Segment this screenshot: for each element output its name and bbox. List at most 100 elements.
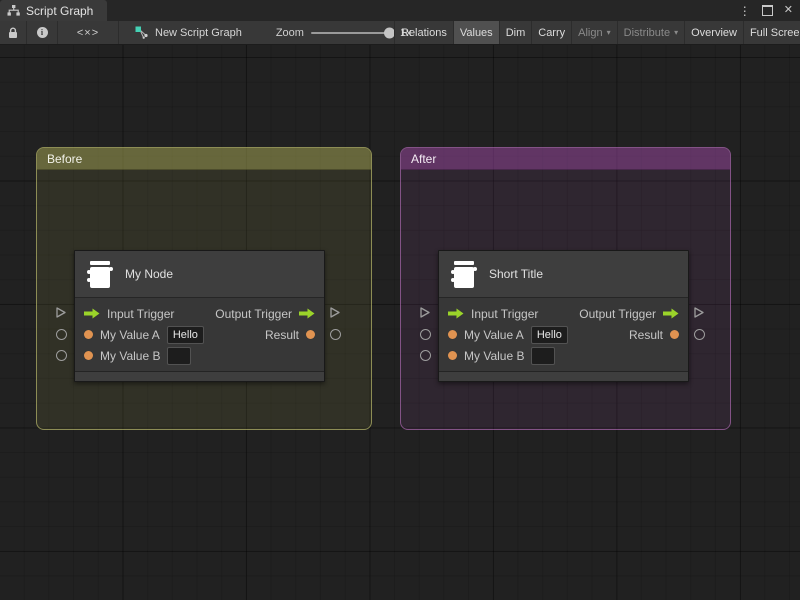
- port-row-trigger: Input Trigger Output Trigger: [75, 303, 324, 324]
- value-b-field[interactable]: [531, 347, 555, 365]
- button-label: Values: [460, 27, 493, 39]
- group-title: Before: [47, 152, 82, 166]
- value-port-icon[interactable]: [448, 330, 457, 339]
- toolbar-button-relations[interactable]: Relations: [395, 21, 454, 44]
- node-my-node[interactable]: My Node Input Trigger Output Trigger: [74, 250, 325, 382]
- toolbar-button-full-screen[interactable]: Full Screen: [744, 21, 800, 44]
- lock-button[interactable]: [0, 21, 27, 44]
- external-value-port-left-a[interactable]: [420, 329, 431, 340]
- flow-out-arrow-icon[interactable]: [299, 308, 315, 319]
- code-toggle-icon: <×>: [77, 27, 99, 39]
- button-label: Full Screen: [750, 27, 800, 39]
- node-footer: [439, 371, 688, 381]
- zoom-slider[interactable]: [311, 32, 393, 34]
- custom-unit-icon: [88, 261, 112, 288]
- port-row-value-a: My Value A Hello Result: [75, 324, 324, 345]
- port-row-value-b: My Value B: [75, 345, 324, 366]
- external-value-port-left-b[interactable]: [56, 350, 67, 361]
- toolbar-button-align[interactable]: Align ▾: [572, 21, 617, 44]
- result-label: Result: [629, 328, 663, 342]
- new-graph-icon: [135, 26, 149, 39]
- button-label: Dim: [506, 27, 526, 39]
- graph-name-label: New Script Graph: [155, 27, 242, 39]
- external-trigger-port-right[interactable]: [328, 306, 341, 319]
- value-port-icon[interactable]: [306, 330, 315, 339]
- node-title: Short Title: [489, 267, 543, 281]
- zoom-label: Zoom: [276, 27, 304, 39]
- button-label: Overview: [691, 27, 737, 39]
- value-b-label: My Value B: [464, 349, 524, 363]
- external-value-port-right[interactable]: [330, 329, 341, 340]
- flow-out-arrow-icon[interactable]: [663, 308, 679, 319]
- input-trigger-label: Input Trigger: [471, 307, 538, 321]
- value-b-label: My Value B: [100, 349, 160, 363]
- port-row-trigger: Input Trigger Output Trigger: [439, 303, 688, 324]
- result-label: Result: [265, 328, 299, 342]
- value-a-field[interactable]: Hello: [167, 326, 204, 344]
- button-label: Relations: [401, 27, 447, 39]
- code-view-toggle[interactable]: <×>: [58, 21, 119, 44]
- toolbar-button-distribute[interactable]: Distribute ▾: [618, 21, 685, 44]
- node-header[interactable]: My Node: [75, 251, 324, 298]
- external-trigger-port-left[interactable]: [418, 306, 431, 319]
- value-port-icon[interactable]: [448, 351, 457, 360]
- toolbar-button-overview[interactable]: Overview: [685, 21, 744, 44]
- flow-in-arrow-icon[interactable]: [448, 308, 464, 319]
- node-title: My Node: [125, 267, 173, 281]
- flow-in-arrow-icon[interactable]: [84, 308, 100, 319]
- script-graph-window: Script Graph ⋮ ✕ <×>: [0, 0, 800, 600]
- lock-icon: [8, 27, 18, 39]
- group-title: After: [411, 152, 436, 166]
- tab-title: Script Graph: [26, 4, 93, 18]
- group-before[interactable]: Before My Node: [36, 147, 372, 430]
- port-row-value-a: My Value A Hello Result: [439, 324, 688, 345]
- output-trigger-label: Output Trigger: [215, 307, 292, 321]
- chevron-down-icon: ▾: [607, 28, 611, 37]
- window-controls: ⋮ ✕: [739, 0, 793, 21]
- button-label: Carry: [538, 27, 565, 39]
- script-graph-icon: [7, 5, 20, 16]
- toolbar-button-values[interactable]: Values: [454, 21, 500, 44]
- external-value-port-left-a[interactable]: [56, 329, 67, 340]
- output-trigger-label: Output Trigger: [579, 307, 656, 321]
- custom-unit-icon: [452, 261, 476, 288]
- graph-canvas[interactable]: Before My Node: [0, 45, 800, 600]
- chevron-down-icon: ▾: [674, 28, 678, 37]
- graph-toolbar: <×> New Script Graph Zoom 1x Relations V…: [0, 21, 800, 45]
- button-label: Distribute: [624, 27, 670, 39]
- overflow-menu-icon[interactable]: ⋮: [739, 5, 751, 17]
- toolbar-button-cluster: Relations Values Dim Carry Align ▾ Distr…: [394, 21, 800, 44]
- input-trigger-label: Input Trigger: [107, 307, 174, 321]
- zoom-control: Zoom 1x: [276, 21, 412, 44]
- value-port-icon[interactable]: [84, 351, 93, 360]
- value-port-icon[interactable]: [84, 330, 93, 339]
- external-trigger-port-right[interactable]: [692, 306, 705, 319]
- port-row-value-b: My Value B: [439, 345, 688, 366]
- group-header[interactable]: Before: [37, 148, 371, 170]
- button-label: Align: [578, 27, 602, 39]
- group-after[interactable]: After Short Title: [400, 147, 731, 430]
- node-footer: [75, 371, 324, 381]
- group-header[interactable]: After: [401, 148, 730, 170]
- external-value-port-right[interactable]: [694, 329, 705, 340]
- external-trigger-port-left[interactable]: [54, 306, 67, 319]
- tab-script-graph[interactable]: Script Graph: [0, 0, 107, 21]
- info-button[interactable]: [27, 21, 58, 44]
- value-port-icon[interactable]: [670, 330, 679, 339]
- value-a-label: My Value A: [100, 328, 160, 342]
- node-short-title[interactable]: Short Title Input Trigger Output Trigger: [438, 250, 689, 382]
- value-a-field[interactable]: Hello: [531, 326, 568, 344]
- node-body: Input Trigger Output Trigger My Valu: [75, 298, 324, 371]
- graph-name-button[interactable]: New Script Graph: [135, 21, 242, 44]
- close-icon[interactable]: ✕: [784, 5, 793, 16]
- info-icon: [37, 27, 48, 38]
- node-header[interactable]: Short Title: [439, 251, 688, 298]
- external-value-port-left-b[interactable]: [420, 350, 431, 361]
- node-body: Input Trigger Output Trigger My Valu: [439, 298, 688, 371]
- toolbar-button-dim[interactable]: Dim: [500, 21, 533, 44]
- value-b-field[interactable]: [167, 347, 191, 365]
- value-a-label: My Value A: [464, 328, 524, 342]
- maximize-icon[interactable]: [762, 5, 773, 16]
- toolbar-button-carry[interactable]: Carry: [532, 21, 572, 44]
- titlebar: Script Graph ⋮ ✕: [0, 0, 800, 21]
